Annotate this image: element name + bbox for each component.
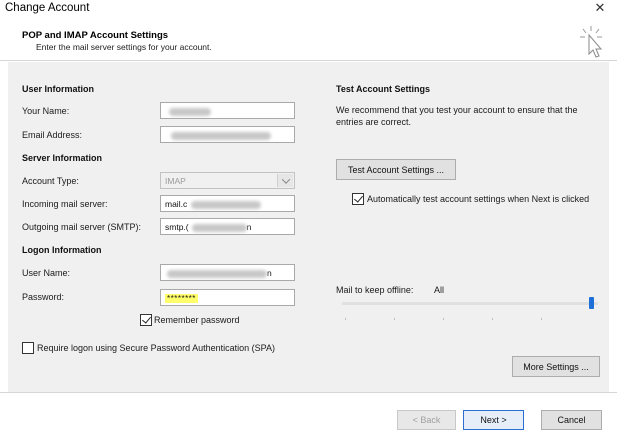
your-name-label: Your Name: bbox=[22, 106, 70, 116]
incoming-server-field[interactable]: mail.c bbox=[160, 195, 295, 212]
user-name-field[interactable]: n bbox=[160, 264, 295, 281]
auto-test-checkbox[interactable] bbox=[352, 193, 364, 205]
header-divider bbox=[0, 60, 617, 61]
spa-checkbox[interactable] bbox=[22, 342, 34, 354]
mail-offline-label: Mail to keep offline: bbox=[336, 285, 414, 295]
password-field[interactable]: ******** bbox=[160, 289, 295, 306]
page-subtitle: Enter the mail server settings for your … bbox=[36, 42, 212, 52]
email-address-field[interactable] bbox=[160, 126, 295, 143]
remember-password-checkbox[interactable] bbox=[140, 314, 152, 326]
cancel-button[interactable]: Cancel bbox=[541, 410, 602, 430]
auto-test-label: Automatically test account settings when… bbox=[367, 194, 590, 204]
offline-slider-thumb[interactable] bbox=[589, 297, 594, 309]
close-icon[interactable]: ✕ bbox=[592, 0, 608, 16]
user-info-heading: User Information bbox=[22, 84, 95, 94]
outgoing-server-suffix: n bbox=[246, 222, 252, 232]
mail-offline-value: All bbox=[434, 285, 445, 295]
incoming-server-label: Incoming mail server: bbox=[22, 199, 108, 209]
account-type-select: IMAP bbox=[160, 172, 295, 189]
account-type-value: IMAP bbox=[165, 176, 186, 186]
your-name-field[interactable] bbox=[160, 102, 295, 119]
slider-tick bbox=[443, 318, 444, 320]
slider-tick bbox=[492, 318, 493, 320]
next-button[interactable]: Next > bbox=[463, 410, 524, 430]
remember-password-label: Remember password bbox=[154, 315, 240, 325]
user-name-label: User Name: bbox=[22, 268, 71, 278]
test-settings-heading: Test Account Settings bbox=[336, 84, 431, 94]
offline-slider-track[interactable] bbox=[342, 302, 598, 305]
window-title: Change Account bbox=[5, 2, 90, 14]
test-account-settings-button[interactable]: Test Account Settings ... bbox=[336, 159, 456, 180]
logon-info-heading: Logon Information bbox=[22, 245, 102, 255]
password-label: Password: bbox=[22, 292, 65, 302]
chevron-down-icon bbox=[277, 174, 293, 187]
outgoing-server-value: smtp.( bbox=[165, 222, 189, 232]
more-settings-button[interactable]: More Settings ... bbox=[512, 356, 600, 377]
page-title: POP and IMAP Account Settings bbox=[22, 30, 169, 41]
test-settings-description: We recommend that you test your account … bbox=[336, 105, 578, 127]
back-button: < Back bbox=[397, 410, 456, 430]
spa-label: Require logon using Secure Password Auth… bbox=[37, 343, 275, 353]
server-info-heading: Server Information bbox=[22, 153, 103, 163]
email-address-label: Email Address: bbox=[22, 130, 83, 140]
user-name-suffix: n bbox=[267, 268, 272, 278]
outgoing-server-field[interactable]: smtp.( n bbox=[160, 218, 295, 235]
outgoing-server-label: Outgoing mail server (SMTP): bbox=[22, 222, 142, 232]
password-value: ******** bbox=[165, 294, 198, 303]
footer-divider bbox=[0, 392, 617, 393]
account-type-label: Account Type: bbox=[22, 176, 79, 186]
slider-tick bbox=[345, 318, 346, 320]
cursor-click-icon bbox=[576, 24, 606, 60]
slider-tick bbox=[541, 318, 542, 320]
slider-tick bbox=[394, 318, 395, 320]
incoming-server-value: mail.c bbox=[165, 199, 188, 209]
